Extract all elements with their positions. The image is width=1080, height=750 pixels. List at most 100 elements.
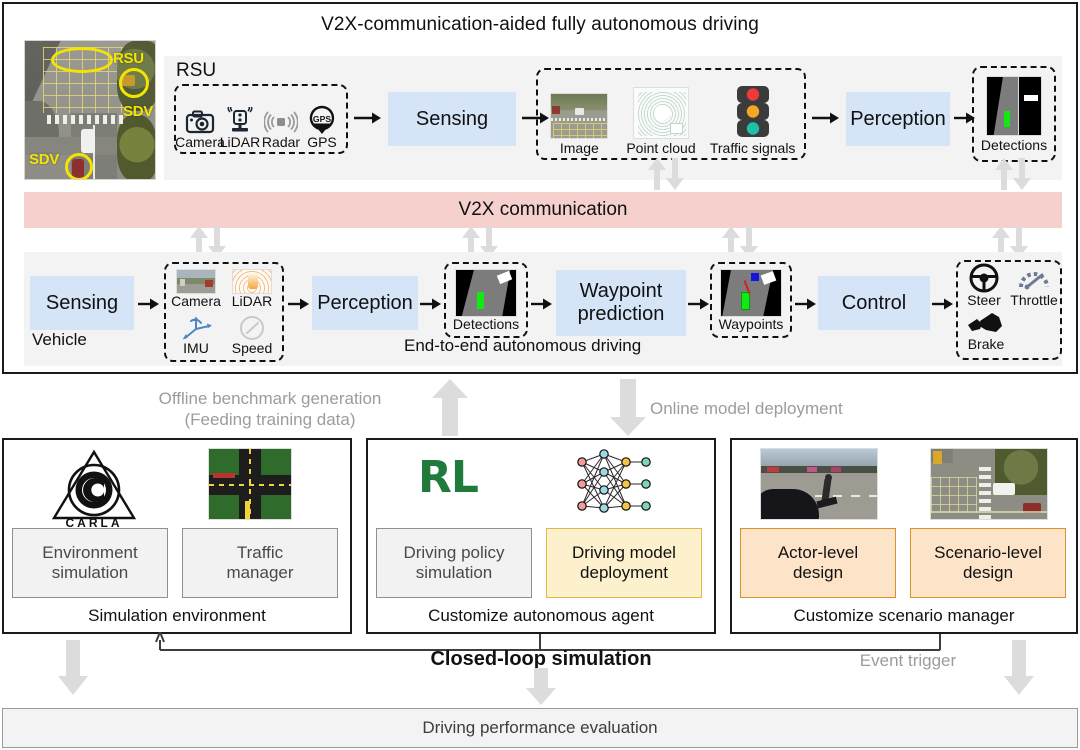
- rsu-detections-label: Detections: [980, 136, 1048, 153]
- brake-pedal-icon: [968, 313, 1002, 332]
- control-box[interactable]: Control: [818, 276, 930, 330]
- rsu-camera-sensor: Camera: [175, 109, 225, 150]
- vehicle-lidar-label: LiDAR: [231, 292, 273, 309]
- offline-benchmark-line1: Offline benchmark generation: [158, 389, 382, 408]
- rsu-perception-box[interactable]: Perception: [846, 92, 950, 146]
- point-cloud-thumb: [632, 87, 689, 140]
- waypoints-label: Waypoints: [718, 315, 784, 332]
- rsu-highlight-ellipse: [51, 47, 113, 73]
- online-deployment-label: Online model deployment: [650, 399, 843, 418]
- environment-simulation-box[interactable]: Environment simulation: [12, 528, 168, 598]
- driving-model-deployment-box[interactable]: Driving model deployment: [546, 528, 702, 598]
- scenario-level-line1: Scenario-level: [934, 542, 1042, 562]
- rsu-traffic-signals-label: Traffic signals: [709, 140, 796, 157]
- vehicle-camera-sensor: Camera: [168, 265, 224, 312]
- actor-level-line2: design: [792, 563, 844, 582]
- rsu-gps-label: GPS: [307, 134, 337, 151]
- throttle-actuator: Throttle: [1008, 263, 1060, 308]
- rsu-image-label: Image: [559, 140, 599, 157]
- v2x-double-arrow-rsu-detections: [995, 158, 1031, 190]
- waypoint-prediction-box[interactable]: Waypoint prediction: [556, 270, 686, 336]
- rsu-image-output: Image: [544, 93, 614, 156]
- arrow-perception-to-vehicle-detections: [420, 298, 441, 310]
- arrow-vehicle-sensors-to-perception: [288, 298, 309, 310]
- closed-loop-to-evaluation-arrow: [526, 668, 556, 705]
- brake-label: Brake: [967, 336, 1005, 352]
- traffic-manager-box[interactable]: Traffic manager: [182, 528, 338, 598]
- vehicle-speed-label: Speed: [231, 340, 273, 357]
- offline-benchmark-up-arrow: [432, 379, 468, 436]
- lidar-heatmap-thumb: [232, 268, 272, 294]
- camera-thumb: [176, 268, 216, 294]
- arrow-waypoint-prediction-to-waypoints: [688, 298, 709, 310]
- driving-model-line2: deployment: [580, 563, 668, 582]
- arrow-outputs-to-perception: [812, 112, 839, 124]
- vehicle-perception-box[interactable]: Perception: [312, 276, 418, 330]
- sdv-highlight-ellipse-right: [119, 68, 149, 98]
- pedestrian-scene-thumb: [760, 448, 878, 520]
- rsu-section-label: RSU: [176, 60, 217, 81]
- vehicle-camera-label: Camera: [171, 292, 221, 309]
- rsu-pointcloud-label: Point cloud: [626, 140, 696, 157]
- rsu-lidar-label: LiDAR: [219, 134, 261, 151]
- intersection-scene-thumb: [930, 448, 1048, 520]
- camera-icon: [185, 110, 215, 134]
- rl-wordmark: RL: [418, 452, 479, 503]
- v2x-double-arrow-rsu-outputs: [648, 158, 684, 190]
- arrow-control-to-actuators: [932, 298, 953, 310]
- simulation-to-evaluation-arrow: [58, 640, 88, 695]
- driving-model-line1: Driving model: [572, 542, 676, 562]
- driving-policy-line1: Driving policy: [403, 542, 505, 562]
- page-title: V2X-communication-aided fully autonomous…: [321, 14, 759, 35]
- vehicle-imu-label: IMU: [183, 340, 209, 357]
- radar-icon: [264, 111, 298, 133]
- vehicle-sensing-box[interactable]: Sensing: [30, 276, 134, 330]
- end-to-end-label: End-to-end autonomous driving: [404, 336, 642, 355]
- carla-logo: [51, 449, 137, 520]
- gauge-icon: [1019, 272, 1049, 290]
- rsu-sensing-box[interactable]: Sensing: [388, 92, 516, 146]
- throttle-label: Throttle: [1010, 292, 1058, 308]
- online-deployment-down-arrow: [610, 379, 646, 436]
- vehicle-detections-label: Detections: [452, 315, 520, 332]
- driving-policy-line2: simulation: [415, 563, 493, 582]
- v2x-autonomous-driving-panel: V2X-communication-aided fully autonomous…: [2, 2, 1078, 374]
- waypoint-prediction-line1: Waypoint: [579, 280, 663, 302]
- traffic-light-icon: [736, 86, 769, 138]
- steering-wheel-icon: [969, 263, 999, 293]
- simulation-environment-caption: Simulation environment: [88, 606, 266, 625]
- environment-simulation-line2: simulation: [51, 563, 129, 582]
- bev-detections-thumb: [455, 268, 517, 317]
- sdv-callout-label-right: SDV: [123, 103, 153, 120]
- driving-policy-simulation-box[interactable]: Driving policy simulation: [376, 528, 532, 598]
- actor-level-line1: Actor-level: [777, 542, 859, 562]
- waypoint-prediction-line2: prediction: [577, 303, 665, 325]
- vehicle-imu-sensor: IMU: [168, 312, 224, 359]
- scenario-level-design-box[interactable]: Scenario-level design: [910, 528, 1066, 598]
- event-trigger-label: Event trigger: [859, 651, 957, 670]
- rsu-radar-sensor: Radar: [260, 109, 302, 150]
- scenario-to-evaluation-arrow: [1004, 640, 1034, 695]
- rsu-traffic-signals-output: Traffic signals: [708, 85, 798, 156]
- arrow-waypoints-to-control: [795, 298, 816, 310]
- arrow-vehicle-sensing-to-sensors: [138, 298, 159, 310]
- arrow-detections-to-waypoint-prediction: [531, 298, 552, 310]
- bev-waypoints-thumb: [720, 268, 782, 317]
- imu-axes-icon: [182, 316, 212, 340]
- driving-performance-evaluation-bar: Driving performance evaluation: [2, 708, 1078, 748]
- scenario-level-line2: design: [962, 563, 1014, 582]
- vehicle-speed-sensor: Speed: [224, 312, 280, 359]
- sdv-callout-label-left: SDV: [29, 151, 59, 168]
- svg-text:GPS: GPS: [313, 114, 331, 124]
- gps-pin-icon: GPS: [309, 106, 335, 135]
- traffic-manager-line2: manager: [226, 563, 294, 582]
- speedometer-icon: [240, 316, 264, 341]
- rsu-lidar-sensor: LiDAR: [220, 107, 260, 150]
- customize-autonomous-agent-caption: Customize autonomous agent: [428, 606, 654, 625]
- offline-benchmark-label: Offline benchmark generation (Feeding tr…: [130, 388, 410, 431]
- rsu-radar-label: Radar: [261, 134, 301, 151]
- actor-level-design-box[interactable]: Actor-level design: [740, 528, 896, 598]
- rsu-gps-sensor: GPS GPS: [302, 105, 342, 150]
- rsu-camera-label: Camera: [175, 134, 225, 151]
- steer-label: Steer: [967, 292, 1001, 308]
